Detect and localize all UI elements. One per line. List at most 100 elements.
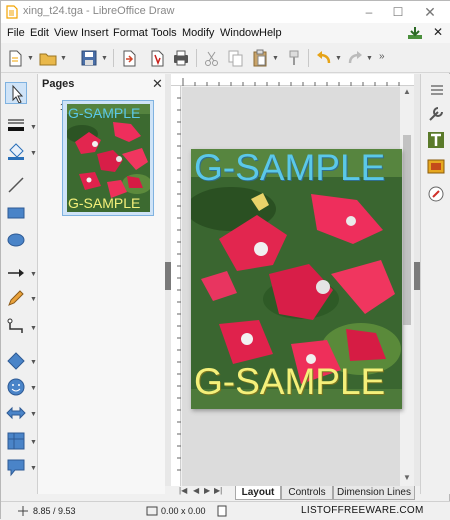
connector-dropdown-icon[interactable]: ▼ — [30, 325, 37, 332]
first-tab-icon[interactable]: |◀ — [179, 486, 187, 495]
tab-layout[interactable]: Layout — [235, 486, 281, 500]
close-icon[interactable]: ✕ — [152, 76, 163, 92]
callout-shapes-icon[interactable] — [5, 456, 27, 478]
drawing-page: G-SAMPLE G-SAMPLE — [191, 149, 402, 409]
pages-panel-title: Pages — [42, 78, 75, 90]
toolbar-overflow-icon[interactable]: » — [379, 51, 385, 62]
line-color-icon[interactable] — [5, 114, 27, 136]
placed-image[interactable]: G-SAMPLE G-SAMPLE — [191, 149, 402, 409]
horizontal-ruler — [171, 74, 414, 86]
basic-shapes-dropdown-icon[interactable]: ▼ — [30, 359, 37, 366]
menu-modify[interactable]: Modify — [182, 27, 214, 39]
line-color-dropdown-icon[interactable]: ▼ — [30, 124, 37, 131]
redo-icon[interactable] — [345, 48, 365, 68]
vertical-scroll-thumb[interactable] — [403, 135, 411, 325]
paste-dropdown-icon[interactable]: ▼ — [272, 55, 279, 62]
export-pdf-icon[interactable] — [147, 48, 167, 68]
ellipse-tool-icon[interactable] — [5, 229, 27, 251]
maximize-button[interactable]: ☐ — [385, 3, 411, 21]
connector-tool-icon[interactable] — [5, 316, 27, 338]
image-watermark-bottom: G-SAMPLE — [194, 361, 386, 402]
open-dropdown-icon[interactable]: ▼ — [60, 55, 67, 62]
title-bar: xing_t24.tga - LibreOffice Draw – ☐ ✕ — [1, 1, 450, 23]
menu-tools[interactable]: Tools — [151, 27, 177, 39]
line-tool-icon[interactable] — [5, 174, 27, 196]
thumbnail-watermark-top: G-SAMPLE — [68, 105, 141, 121]
sidebar-tab-bar — [420, 74, 450, 494]
export-icon[interactable] — [119, 48, 139, 68]
menu-insert[interactable]: Insert — [81, 27, 109, 39]
flowchart-icon[interactable] — [5, 430, 27, 452]
undo-dropdown-icon[interactable]: ▼ — [335, 55, 342, 62]
scroll-down-icon[interactable]: ▼ — [403, 473, 411, 482]
clone-formatting-icon[interactable] — [284, 48, 304, 68]
last-tab-icon[interactable]: ▶| — [214, 486, 222, 495]
undo-icon[interactable] — [314, 48, 334, 68]
previous-tab-icon[interactable]: ◀ — [193, 486, 199, 495]
basic-shapes-diamond-icon[interactable] — [5, 350, 27, 372]
block-arrows-dropdown-icon[interactable]: ▼ — [30, 411, 37, 418]
save-dropdown-icon[interactable]: ▼ — [101, 55, 108, 62]
copy-icon[interactable] — [225, 48, 245, 68]
menu-edit[interactable]: Edit — [30, 27, 49, 39]
arrow-dropdown-icon[interactable]: ▼ — [30, 271, 37, 278]
properties-wrench-icon[interactable] — [426, 104, 446, 124]
callout-dropdown-icon[interactable]: ▼ — [30, 465, 37, 472]
position-icon — [18, 506, 28, 516]
symbol-shapes-dropdown-icon[interactable]: ▼ — [30, 385, 37, 392]
redo-dropdown-icon[interactable]: ▼ — [366, 55, 373, 62]
tab-controls[interactable]: Controls — [281, 486, 333, 500]
window-title: xing_t24.tga - LibreOffice Draw — [23, 5, 175, 17]
gallery-icon[interactable] — [426, 156, 446, 176]
tab-dimension-lines[interactable]: Dimension Lines — [333, 486, 415, 500]
rectangle-tool-icon[interactable] — [5, 202, 27, 224]
minimize-button[interactable]: – — [356, 3, 382, 21]
fill-color-dropdown-icon[interactable]: ▼ — [30, 150, 37, 157]
thumbnail-watermark-bottom: G-SAMPLE — [68, 195, 141, 211]
styles-icon[interactable] — [426, 130, 446, 150]
freeform-pencil-icon[interactable] — [5, 287, 27, 309]
object-size: 0.00 x 0.00 — [161, 506, 206, 516]
select-pointer-icon[interactable] — [5, 82, 27, 104]
flowchart-dropdown-icon[interactable]: ▼ — [30, 439, 37, 446]
pages-panel: Pages ✕ 1 G-SAMPLE — [37, 74, 165, 494]
cut-icon[interactable] — [202, 48, 222, 68]
next-tab-icon[interactable]: ▶ — [204, 486, 210, 495]
toolbar-separator — [196, 49, 197, 67]
toolbar-separator — [308, 49, 309, 67]
size-icon — [146, 506, 158, 516]
open-folder-icon[interactable] — [38, 48, 58, 68]
image-watermark-top: G-SAMPLE — [194, 149, 386, 188]
libreoffice-draw-app-icon — [6, 5, 18, 19]
sidebar-menu-icon[interactable] — [429, 82, 445, 98]
curve-dropdown-icon[interactable]: ▼ — [30, 296, 37, 303]
download-update-icon[interactable] — [407, 26, 423, 40]
fill-color-icon[interactable] — [5, 140, 27, 162]
layer-tabs-bar: |◀ ◀ ▶ ▶| Layout Controls Dimension Line… — [171, 486, 419, 500]
menu-format[interactable]: Format — [113, 27, 148, 39]
new-dropdown-icon[interactable]: ▼ — [27, 55, 34, 62]
page-thumbnail-selection[interactable]: G-SAMPLE G-SAMPLE — [62, 100, 154, 216]
block-arrows-icon[interactable] — [5, 402, 27, 424]
print-icon[interactable] — [171, 48, 191, 68]
vertical-scrollbar[interactable]: ▲ ▼ — [400, 87, 414, 486]
page-thumbnail-image: G-SAMPLE G-SAMPLE — [67, 104, 150, 212]
save-icon[interactable] — [79, 48, 99, 68]
menu-help[interactable]: Help — [259, 27, 282, 39]
paste-icon[interactable] — [250, 48, 270, 68]
arrow-line-tool-icon[interactable] — [5, 262, 27, 284]
navigator-compass-icon[interactable] — [426, 184, 446, 204]
close-window-button[interactable]: ✕ — [417, 3, 443, 21]
menu-file[interactable]: File — [7, 27, 25, 39]
scroll-up-icon[interactable]: ▲ — [403, 87, 411, 96]
brand-watermark: LISTOFFREEWARE.COM — [301, 505, 424, 516]
cursor-position: 8.85 / 9.53 — [33, 506, 76, 516]
drawing-toolbar: ▼ ▼ ▼ ▼ ▼ ▼ ▼ ▼ ▼ ▼ — [1, 74, 37, 494]
menu-view[interactable]: View — [54, 27, 78, 39]
menu-window[interactable]: Window — [220, 27, 259, 39]
new-document-icon[interactable] — [5, 48, 25, 68]
close-document-icon[interactable]: ✕ — [433, 25, 443, 39]
document-modified-icon — [217, 505, 227, 517]
symbol-shapes-smiley-icon[interactable] — [5, 376, 27, 398]
toolbar-separator — [113, 49, 114, 67]
